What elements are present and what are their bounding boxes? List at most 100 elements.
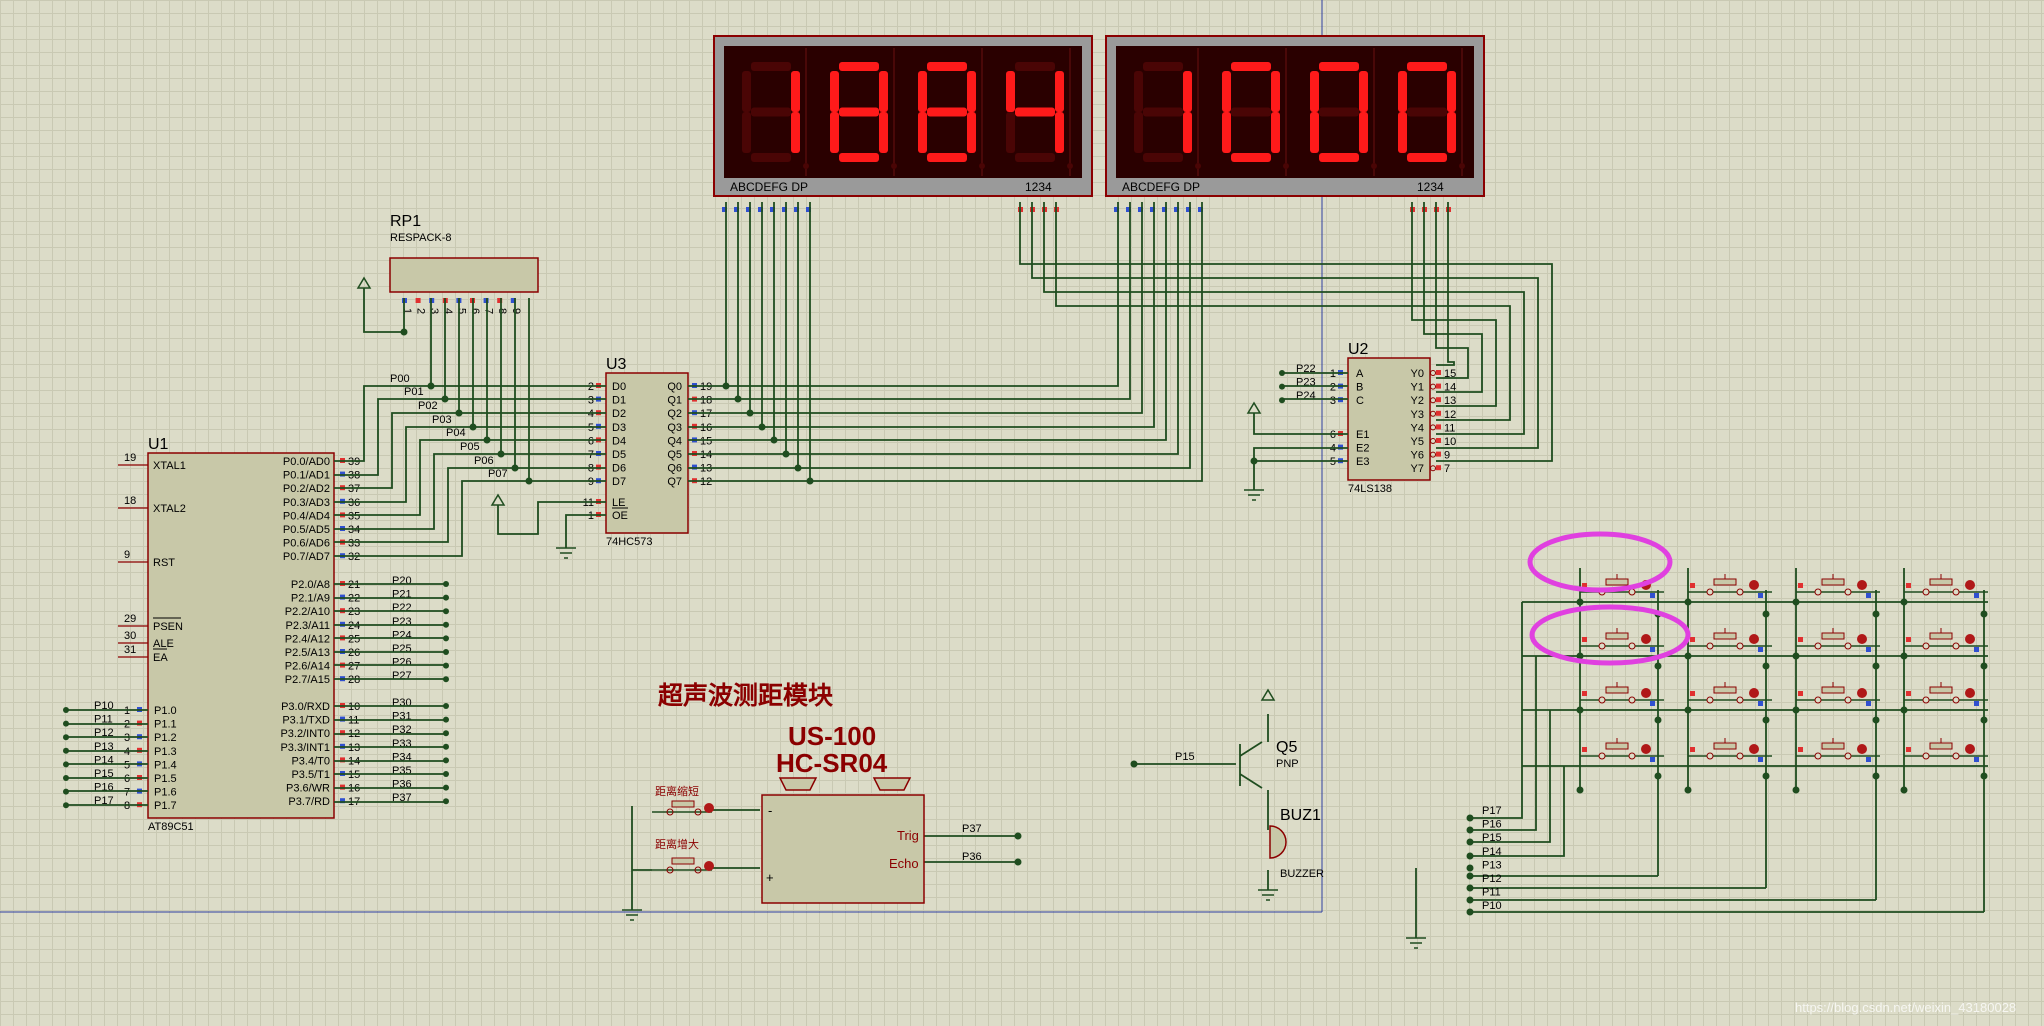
seven-segment-display-right[interactable]: ABCDEFG DP 1234	[1105, 35, 1485, 212]
u1-pin-name: P2.5/A13	[285, 647, 330, 659]
keypad-button[interactable]	[1688, 628, 1772, 652]
segment	[1143, 153, 1183, 162]
u3-pin-number: 18	[700, 395, 712, 407]
p0-net-label: P00	[390, 373, 410, 385]
u3-pin-name: D5	[612, 449, 626, 461]
button-lengthen-label: 距离增大	[655, 837, 699, 851]
pin-marker	[1650, 701, 1655, 706]
decimal-point	[1371, 163, 1377, 169]
module-model-1: US-100	[788, 721, 876, 751]
u1-pin-number: 3	[124, 732, 130, 744]
segment	[839, 107, 879, 117]
keypad-net-label: P13	[1482, 859, 1502, 871]
keypad-button[interactable]	[1796, 682, 1880, 706]
u1-pin-name: P0.0/AD0	[283, 456, 330, 468]
keypad-button[interactable]	[1580, 682, 1664, 706]
latch-u3[interactable]: U3 74HC573 2 D03 D14 D25 D36 D47 D58 D69 D7Q0 19Q…	[583, 356, 713, 548]
u2-pin-name: Y0	[1411, 368, 1424, 380]
port-net-label: P35	[392, 765, 412, 777]
u3-pin-name: D6	[612, 463, 626, 475]
u1-pin-name: P0.5/AD5	[283, 524, 330, 536]
segment	[751, 153, 791, 162]
u3-pin-number: 12	[700, 476, 712, 488]
button-shorten[interactable]: 距离缩短	[652, 784, 714, 816]
u1-pin-number: 27	[348, 661, 360, 673]
segment	[1407, 107, 1447, 117]
keypad-net-label: P10	[1482, 900, 1502, 912]
pin-marker	[1582, 747, 1587, 752]
u1-type: AT89C51	[148, 821, 194, 833]
segment	[1271, 71, 1280, 112]
u1-ref: U1	[148, 436, 169, 453]
segment	[1447, 71, 1456, 112]
wires	[66, 202, 1988, 938]
segment	[1006, 112, 1015, 153]
keypad-button[interactable]	[1796, 574, 1880, 598]
p0-net-label: P01	[404, 386, 424, 398]
pin-marker	[1650, 757, 1655, 762]
u1-pin-name: P3.1/TXD	[282, 715, 330, 727]
u3-pin-number: 2	[588, 381, 594, 393]
decimal-point	[1195, 163, 1201, 169]
keypad-button[interactable]	[1904, 738, 1988, 762]
u3-type: 74HC573	[606, 536, 652, 548]
segment	[751, 62, 791, 71]
keypad-button[interactable]	[1904, 628, 1988, 652]
decoder-u2[interactable]: U2 74LS138 P22 1 AP23 2 BP24 3 C6 E14 E25 E3Y0 15Y…	[1279, 341, 1456, 495]
pin-marker	[1866, 647, 1871, 652]
u2-pin-name: Y3	[1411, 409, 1424, 421]
u3-pin-number: 1	[588, 510, 594, 522]
keypad-button[interactable]	[1580, 574, 1664, 598]
decimal-point	[891, 163, 897, 169]
keypad-button[interactable]	[1580, 738, 1664, 762]
pin-trig: Trig	[897, 828, 919, 843]
seven-segment-display-left[interactable]: ABCDEFG DP 1234	[713, 35, 1093, 212]
segment	[879, 112, 888, 153]
keypad-button[interactable]	[1580, 628, 1664, 652]
keypad-net-label: P15	[1482, 832, 1502, 844]
u1-pin-name: XTAL2	[153, 503, 186, 515]
keypad-button[interactable]	[1796, 628, 1880, 652]
u3-pin-number: 11	[583, 497, 594, 509]
u1-pin-name: P3.3/INT1	[280, 742, 330, 754]
pin-marker	[1436, 383, 1441, 389]
keypad-button[interactable]	[1688, 574, 1772, 598]
button-shorten-label: 距离缩短	[655, 784, 699, 798]
rp1-type: RESPACK-8	[390, 232, 452, 244]
p0-net-label: P03	[432, 414, 452, 426]
u1-pin-number: 15	[348, 769, 360, 781]
u3-pin-number: 7	[588, 449, 594, 461]
pin-marker	[1690, 583, 1695, 588]
segment	[1398, 71, 1407, 112]
u2-pin-number: 12	[1444, 409, 1456, 421]
segment	[1359, 71, 1368, 112]
buz1-type: BUZZER	[1280, 868, 1324, 880]
u1-pin-name: EA	[153, 652, 168, 664]
p0-net-label: P06	[474, 455, 494, 467]
rp1-pin-number: 5	[455, 308, 467, 314]
segment	[1183, 71, 1192, 112]
u3-pin-number: 17	[700, 408, 712, 420]
u1-pin-name: P0.3/AD3	[283, 497, 330, 509]
u2-pin-name: Y5	[1411, 436, 1424, 448]
u1-pin-name: P1.1	[154, 719, 177, 731]
port-net-label: P26	[392, 657, 412, 669]
keypad-button[interactable]	[1688, 682, 1772, 706]
pin-marker	[1436, 451, 1441, 457]
button-lengthen[interactable]: 距离增大	[652, 837, 714, 874]
buzzer-buz1[interactable]: BUZ1 BUZZER	[1269, 807, 1324, 880]
u3-pin-number: 19	[700, 381, 712, 393]
u1-pin-name: P0.7/AD7	[283, 551, 330, 563]
keypad-button[interactable]	[1796, 738, 1880, 762]
keypad-button[interactable]	[1904, 574, 1988, 598]
pin-marker	[415, 298, 421, 303]
keypad-net-label: P17	[1482, 805, 1502, 817]
u1-pin-number: 25	[348, 633, 360, 645]
keypad-button[interactable]	[1688, 738, 1772, 762]
port-net-label: P27	[392, 670, 412, 682]
u2-pin-number: 9	[1444, 450, 1450, 462]
u2-pin-name: E1	[1356, 429, 1369, 441]
keypad-button[interactable]	[1904, 682, 1988, 706]
u2-pin-number: 10	[1444, 436, 1456, 448]
u3-pin-name: Q0	[667, 381, 682, 393]
